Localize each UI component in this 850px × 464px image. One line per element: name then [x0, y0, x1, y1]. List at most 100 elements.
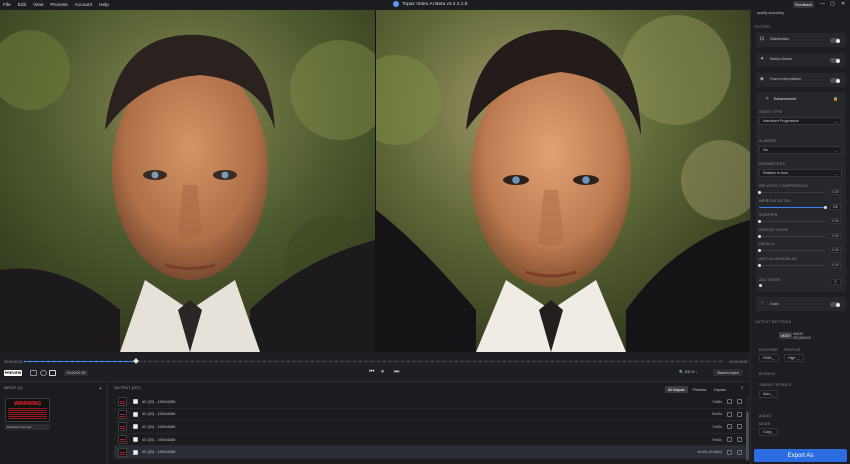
slider-knob[interactable] — [757, 263, 761, 267]
tab-exports[interactable]: Exports — [711, 386, 729, 393]
lock-icon[interactable]: 🔒 — [833, 96, 838, 101]
row-check-icon[interactable] — [727, 424, 732, 430]
bitrate-heading: BITRATE — [759, 372, 776, 376]
row-label: 4C (3X) - 1920x1080 — [142, 412, 176, 417]
minimize-icon[interactable]: — — [820, 1, 825, 7]
export-as-button[interactable]: Export As — [754, 449, 847, 462]
output-tabs: All Outputs Previews Exports — [665, 386, 729, 393]
video-type-select[interactable]: Interlaced Progressive ⌄ — [759, 117, 842, 125]
row-checkbox[interactable] — [133, 424, 138, 430]
motion-deblur-toggle[interactable] — [830, 58, 840, 63]
output-row[interactable]: 4C (3X) - 1920x1080 8m19s — [114, 409, 746, 422]
row-check-icon[interactable] — [727, 449, 732, 455]
export-arrow-icon[interactable]: ⇡ — [740, 386, 744, 392]
back-to-input-button[interactable]: Back to Input — [713, 369, 743, 376]
row-check-icon[interactable] — [727, 411, 732, 417]
input-thumbnail[interactable]: WARNING — [5, 398, 50, 422]
maximize-icon[interactable]: ▢ — [830, 1, 835, 7]
row-more-icon[interactable] — [737, 437, 742, 443]
slider-track[interactable] — [759, 221, 825, 222]
chevron-down-icon: ⌄ — [834, 148, 838, 153]
close-icon[interactable]: ✕ — [841, 1, 845, 7]
output-row-selected[interactable]: 4C (3X) - 1920x1080 6m45s (5.43fps) — [114, 446, 746, 459]
slider-value[interactable]: 0.00 — [830, 189, 841, 195]
parameters-select[interactable]: Relative to Auto ⌄ — [759, 169, 842, 177]
menu-account[interactable]: Account — [75, 3, 92, 8]
output-row[interactable]: 4C (3X) - 1920x1080 7m02s — [114, 421, 746, 434]
slider-knob[interactable] — [757, 249, 761, 252]
feedback-button[interactable]: Feedback — [793, 1, 814, 8]
menu-view[interactable]: View — [33, 3, 43, 8]
menu-help[interactable]: Help — [99, 3, 109, 8]
add-noise-knob[interactable] — [759, 284, 762, 287]
timeline-start-tc: 00:00:00:00 — [4, 360, 23, 364]
seg-image-sequence[interactable]: IMAGE SEQUENCE — [793, 332, 821, 340]
input-preview[interactable] — [0, 10, 375, 352]
step-back-icon[interactable]: ⏮ — [369, 369, 374, 376]
slider-knob[interactable] — [757, 220, 761, 223]
slider-knob[interactable] — [757, 234, 761, 238]
side-by-side-icon[interactable] — [40, 370, 47, 376]
slider-value[interactable]: 100 — [830, 203, 841, 210]
slider-knob[interactable] — [823, 205, 827, 209]
timecode-display[interactable]: 01:00:07:20 — [64, 370, 88, 376]
enhancement-label: Enhancement — [774, 97, 797, 101]
row-more-icon[interactable] — [737, 399, 742, 405]
sidebar-top-note: quality upscaling — [757, 11, 784, 15]
slider-value[interactable]: 0.00 — [830, 247, 841, 253]
slider-knob[interactable] — [757, 191, 761, 194]
zoom-level[interactable]: 🔍 100 % ⌄ — [679, 370, 699, 374]
output-row[interactable]: 4C (3X) - 1920x1080 7m44s — [114, 434, 746, 447]
row-checkbox[interactable] — [133, 411, 138, 417]
grain-toggle[interactable] — [830, 302, 840, 307]
tab-previews[interactable]: Previews — [690, 386, 710, 393]
slider-track[interactable] — [759, 264, 825, 266]
split-view-icon[interactable] — [49, 370, 56, 376]
pause-icon[interactable]: ⏸ — [381, 369, 384, 376]
slider-track[interactable] — [759, 192, 825, 193]
grain-label: Grain — [770, 302, 779, 306]
output-row[interactable]: 4C (3X) - 1920x1080 7m55s — [114, 396, 746, 409]
slider-track[interactable] — [759, 250, 825, 251]
preview-button[interactable]: PREVIEW — [4, 370, 22, 376]
audio-mode-select[interactable]: Copy ⌄ — [759, 428, 778, 436]
tab-all-outputs[interactable]: All Outputs — [665, 386, 688, 393]
video-type-value: Interlaced Progressive — [763, 119, 799, 123]
row-more-icon[interactable] — [737, 424, 742, 430]
step-forward-icon[interactable]: ⏭ — [394, 369, 399, 376]
ai-model-value: Iris — [763, 148, 768, 152]
stabilization-toggle[interactable] — [830, 38, 840, 43]
output-scrollbar-thumb[interactable] — [746, 412, 749, 460]
row-check-icon[interactable] — [727, 399, 732, 405]
slider-track[interactable] — [759, 235, 825, 237]
slider-value[interactable]: 0.00 — [830, 232, 841, 239]
chevron-down-icon: ⌄ — [770, 392, 774, 397]
output-preview[interactable] — [376, 10, 750, 352]
row-more-icon[interactable] — [737, 411, 742, 417]
seg-video[interactable]: VIDEO — [779, 332, 792, 339]
menu-file[interactable]: File — [3, 3, 11, 8]
slider-value[interactable]: 0.00 — [830, 261, 841, 268]
encoder-select[interactable]: H264 ⌄ — [759, 354, 779, 362]
row-duration: 7m02s — [711, 424, 722, 429]
profile-select[interactable]: High ⌄ — [784, 354, 804, 362]
row-checkbox[interactable] — [133, 449, 138, 455]
row-check-icon[interactable] — [727, 437, 732, 443]
bitrate-select[interactable]: Auto ⌄ — [759, 390, 778, 398]
timeline[interactable]: 00:00:00:00 00:00:09:00 — [0, 352, 750, 381]
single-view-icon[interactable] — [30, 370, 37, 376]
frame-interp-toggle[interactable] — [830, 78, 840, 83]
add-noise-value[interactable]: 0 — [830, 279, 841, 285]
row-thumbnail — [118, 435, 127, 445]
menu-edit[interactable]: Edit — [18, 3, 26, 8]
menu-process[interactable]: Process — [50, 3, 67, 8]
add-input-icon[interactable]: + — [99, 386, 102, 392]
slider-value[interactable]: 0.00 — [830, 218, 841, 224]
video-type-heading: VIDEO TYPE — [759, 110, 783, 114]
mode-heading: MODE — [759, 422, 771, 426]
parameters-value: Relative to Auto — [763, 171, 789, 175]
row-checkbox[interactable] — [133, 437, 138, 443]
row-more-icon[interactable] — [737, 449, 742, 455]
ai-model-select[interactable]: Iris ⌄ — [759, 146, 842, 154]
row-checkbox[interactable] — [133, 399, 138, 405]
